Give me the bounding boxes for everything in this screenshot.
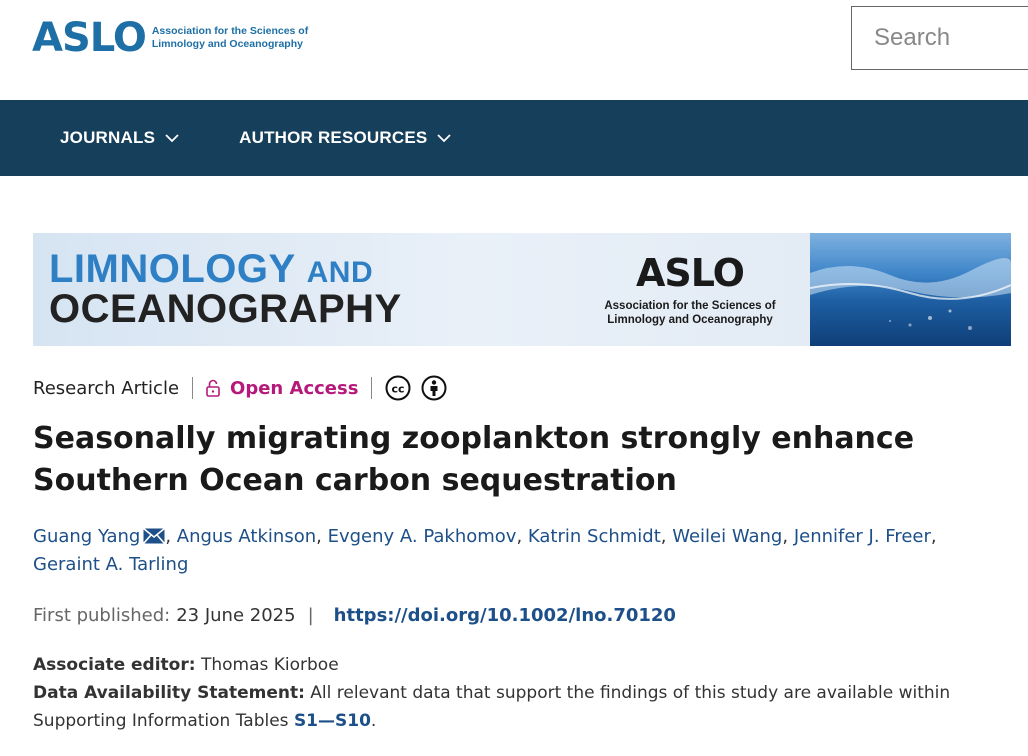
attribution-person-icon [421, 375, 447, 401]
unlock-icon [206, 379, 220, 397]
creative-commons-icon: cc [385, 375, 411, 401]
nav-journals[interactable]: JOURNALS [60, 128, 179, 148]
open-access-badge[interactable]: Open Access [206, 378, 358, 399]
divider [371, 377, 373, 399]
author-link[interactable]: Evgeny A. Pakhomov [328, 526, 517, 547]
first-published-label: First published: [33, 604, 171, 626]
chevron-down-icon [165, 134, 179, 143]
author-link[interactable]: Guang Yang [33, 526, 140, 547]
doi-link[interactable]: https://doi.org/10.1002/lno.70120 [334, 605, 676, 626]
nav-author-resources-label: AUTHOR RESOURCES [239, 128, 428, 147]
banner-ocean-image [809, 233, 1011, 346]
article-meta-row: Research Article Open Access cc [33, 374, 447, 402]
search-input[interactable]: Search [851, 6, 1028, 70]
nav-author-resources[interactable]: AUTHOR RESOURCES [239, 128, 452, 148]
data-availability-row: Data Availability Statement: All relevan… [33, 679, 1023, 735]
license-icons[interactable]: cc [385, 375, 447, 401]
envelope-icon[interactable] [143, 528, 166, 544]
search-placeholder: Search [874, 24, 951, 51]
supporting-tables-link[interactable]: S1—S10 [294, 711, 371, 731]
article-title: Seasonally migrating zooplankton strongl… [33, 421, 915, 498]
divider [192, 377, 194, 399]
author-link[interactable]: Weilei Wang [672, 526, 782, 547]
svg-text:cc: cc [392, 383, 405, 396]
chevron-down-icon [437, 134, 452, 143]
period: . [370, 711, 377, 731]
open-access-label: Open Access [230, 377, 359, 399]
logo-wave-icon [32, 54, 177, 62]
banner-title-line2: OCEANOGRAPHY [49, 287, 402, 331]
divider: | [307, 604, 314, 626]
journal-banner[interactable]: LIMNOLOGY AND OCEANOGRAPHY ASLO Associat… [33, 233, 1011, 346]
associate-editor-label: Associate editor: [33, 655, 196, 675]
banner-aslo-logo: ASLO Association for the Sciences of Lim… [604, 251, 776, 326]
main-nav: JOURNALS AUTHOR RESOURCES [0, 100, 1028, 176]
first-published-date: 23 June 2025 [176, 604, 296, 626]
associate-editor-name: Thomas Kiorboe [200, 655, 339, 675]
logo-tagline: Association for the Sciences of Limnolog… [151, 25, 309, 50]
author-list: Guang Yang , Angus Atkinson, Evgeny A. P… [33, 526, 937, 575]
article-details: Associate editor: Thomas Kiorboe Data Av… [33, 651, 1023, 735]
author-link[interactable]: Angus Atkinson [177, 526, 316, 547]
aslo-logo[interactable]: ASLO Association for the Sciences of Lim… [32, 18, 309, 62]
author-link[interactable]: Geraint A. Tarling [33, 554, 188, 575]
article-type: Research Article [33, 377, 180, 399]
nav-journals-label: JOURNALS [60, 128, 156, 147]
associate-editor-row: Associate editor: Thomas Kiorboe [33, 651, 1023, 679]
author-link[interactable]: Katrin Schmidt [528, 526, 661, 547]
site-header: ASLO Association for the Sciences of Lim… [0, 0, 1028, 100]
logo-wordmark: ASLO [32, 18, 177, 62]
data-availability-label: Data Availability Statement: [33, 683, 305, 703]
publication-info: First published: 23 June 2025 | https://… [33, 601, 676, 629]
author-link[interactable]: Jennifer J. Freer [794, 526, 931, 547]
